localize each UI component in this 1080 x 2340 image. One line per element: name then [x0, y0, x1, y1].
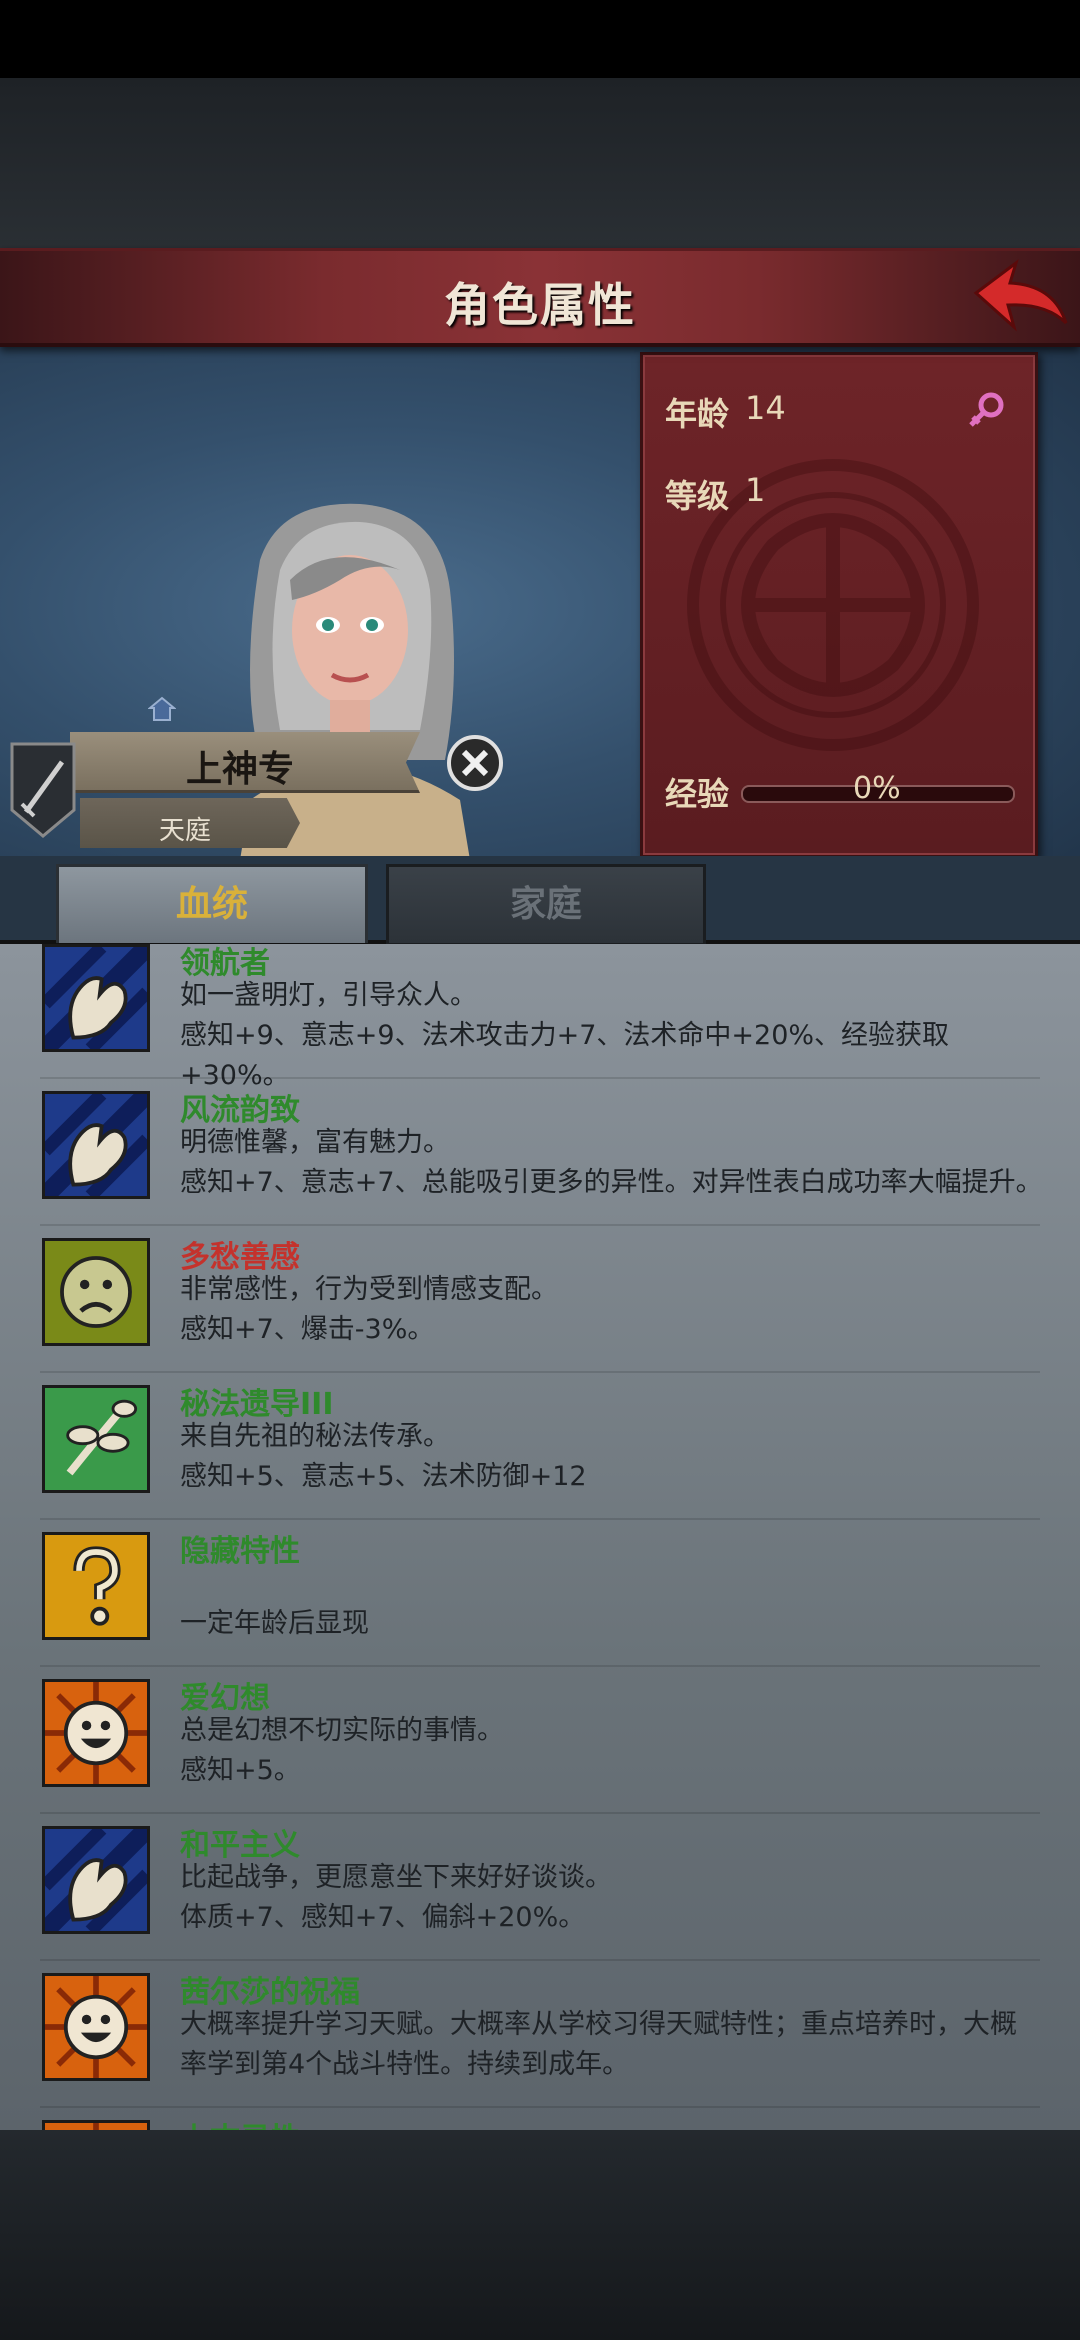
divider [40, 1812, 1040, 1814]
trait-description-line: 感知+5、意志+5、法术防御+12 [180, 1461, 587, 1492]
trait-description: 来自先祖的秘法传承。感知+5、意志+5、法术防御+12 [180, 1417, 1050, 1497]
trait-description-line: 感知+7、爆击-3%。 [180, 1314, 435, 1345]
divider [40, 1077, 1040, 1079]
trait-row[interactable]: 和平主义 比起战争，更愿意坐下来好好谈谈。 体质+7、感知+7、偏斜+20%。 [0, 1816, 1080, 1963]
status-bar [0, 0, 1080, 78]
screen: 年龄 14 等级 1 经验 0% 天庭 上神专 角色属性 血统 家庭 领航者 如… [0, 0, 1080, 2340]
trait-row[interactable]: 领航者 如一盏明灯，引导众人。 感知+9、意志+9、法术攻击力+7、法术命中+20%… [0, 944, 1080, 1091]
divider [40, 1518, 1040, 1520]
exp-label: 经验 [665, 775, 730, 813]
origin-text: 天庭 [158, 816, 211, 846]
trait-row[interactable]: 茜尔莎的祝福 大概率提升学习天赋。大概率从学校习得天赋特性；重点培养时，大概 率学到… [0, 1963, 1080, 2110]
trait-description-line: 非常感性，行为受到情感支配。 [180, 1274, 558, 1305]
trait-description-line: 体质+7、感知+7、偏斜+20%。 [180, 1902, 586, 1933]
sword-shield-icon [10, 742, 76, 838]
upper-background [0, 78, 1080, 248]
level-value: 1 [745, 471, 766, 509]
trait-description-line: 来自先祖的秘法传承。 [180, 1421, 450, 1452]
tab-bloodline[interactable]: 血统 [56, 864, 368, 943]
trait-description: 一定年龄后显现 [180, 1564, 1050, 1644]
level-label: 等级 [665, 477, 730, 515]
trait-row[interactable]: 风流韵致 明德惟馨，富有魅力。 感知+7、意志+7、总能吸引更多的异性。对异性表白成… [0, 1081, 1080, 1228]
age-label: 年龄 [665, 395, 730, 433]
trait-description: 明德惟馨，富有魅力。感知+7、意志+7、总能吸引更多的异性。对异性表白成功率大幅… [180, 1123, 1050, 1203]
female-icon [969, 392, 1004, 427]
divider [40, 1665, 1040, 1667]
trait-description-line: 明德惟馨，富有魅力。 [180, 1127, 450, 1158]
arm-icon [42, 1091, 150, 1199]
exp-value: 0% [853, 771, 901, 806]
character-name[interactable]: 上神专 [70, 740, 410, 792]
trait-description-line [180, 1564, 1050, 1604]
stats-panel: 年龄 14 等级 1 经验 0% [640, 352, 1038, 858]
branch-icon [42, 1385, 150, 1493]
trait-description-line: 一定年龄后显现 [180, 1608, 369, 1639]
back-arrow-icon[interactable] [970, 257, 1070, 337]
home-icon [148, 696, 176, 721]
divider [40, 1959, 1040, 1961]
sun-face-icon [42, 2120, 150, 2130]
trait-description-line: 比起战争，更愿意坐下来好好谈谈。 [180, 1862, 612, 1893]
age-value: 14 [745, 389, 786, 427]
sun-face-icon [42, 1679, 150, 1787]
header-bar: 角色属性 [0, 248, 1080, 347]
arm-icon [42, 944, 150, 1052]
sun-face-icon [42, 1973, 150, 2081]
trait-list[interactable]: 领航者 如一盏明灯，引导众人。 感知+9、意志+9、法术攻击力+7、法术命中+20%… [0, 944, 1080, 2130]
trait-description: 比起战争，更愿意坐下来好好谈谈。 体质+7、感知+7、偏斜+20%。 [180, 1858, 1050, 1938]
trait-description-line: 率学到第4个战斗特性。持续到成年。 [180, 2049, 630, 2080]
divider [40, 2106, 1040, 2108]
sad-face-icon [42, 1238, 150, 1346]
trait-description-line: 感知+7、意志+7、总能吸引更多的异性。对异性表白成功率大幅提升。 [180, 1167, 1043, 1198]
trait-row[interactable]: 秘法遗导III 来自先祖的秘法传承。 感知+5、意志+5、法术防御+12 [0, 1375, 1080, 1522]
tab-family[interactable]: 家庭 [386, 864, 706, 946]
close-icon[interactable] [446, 734, 504, 792]
bottom-background [0, 2130, 1080, 2340]
page-title: 角色属性 [444, 278, 636, 332]
trait-description: 大概率提升学习天赋。大概率从学校习得天赋特性；重点培养时，大概 率学到第4个战斗特… [180, 2005, 1050, 2085]
trait-row[interactable]: 多愁善感 非常感性，行为受到情感支配。 感知+7、爆击-3%。 [0, 1228, 1080, 1375]
question-icon [42, 1532, 150, 1640]
trait-description-line: 如一盏明灯，引导众人。 [180, 980, 477, 1011]
trait-row[interactable]: 上古灵性 [0, 2110, 1080, 2130]
trait-description-line: 感知+5。 [180, 1755, 301, 1786]
arm-icon [42, 1826, 150, 1934]
trait-description-line: 感知+9、意志+9、法术攻击力+7、法术命中+20%、经验获取 [180, 1020, 950, 1051]
divider [40, 1224, 1040, 1226]
trait-row[interactable]: 隐藏特性 一定年龄后显现 [0, 1522, 1080, 1669]
trait-row[interactable]: 爱幻想 总是幻想不切实际的事情。 感知+5。 [0, 1669, 1080, 1816]
trait-description-line: 总是幻想不切实际的事情。 [180, 1715, 504, 1746]
trait-description-line: 大概率提升学习天赋。大概率从学校习得天赋特性；重点培养时，大概 [180, 2009, 1017, 2040]
divider [40, 1371, 1040, 1373]
trait-name: 上古灵性 [180, 2114, 300, 2130]
trait-description: 非常感性，行为受到情感支配。 感知+7、爆击-3%。 [180, 1270, 1050, 1350]
trait-description: 总是幻想不切实际的事情。 感知+5。 [180, 1711, 1050, 1791]
